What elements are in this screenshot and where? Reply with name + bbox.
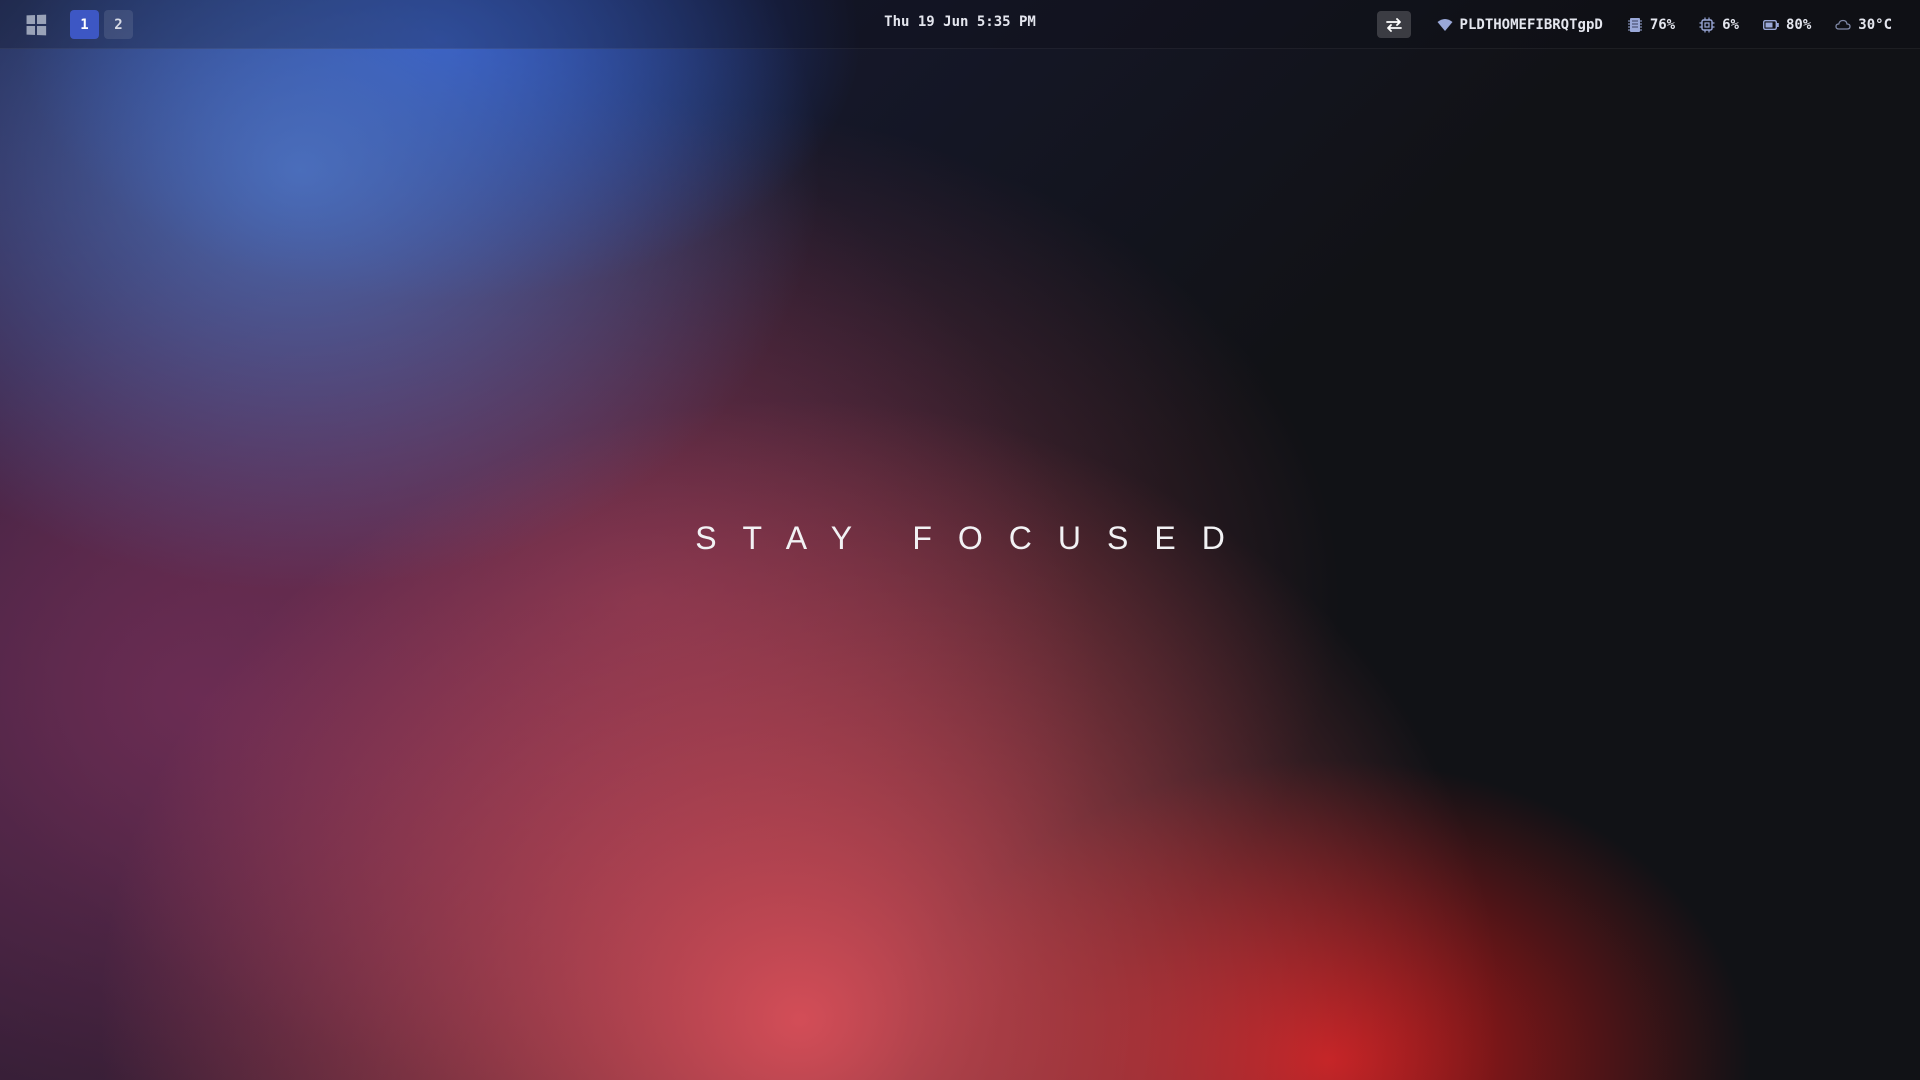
wifi-ssid: PLDTHOMEFIBRQTgpD bbox=[1459, 16, 1603, 33]
wifi-icon bbox=[1437, 17, 1453, 33]
weather-temperature: 30°C bbox=[1858, 16, 1892, 33]
cpu-value: 6% bbox=[1722, 16, 1739, 33]
swap-button[interactable] bbox=[1376, 11, 1411, 38]
desktop: 1 2 Thu 19 Jun 5:35 PM PLDTHOMEFIBRQTgpD bbox=[0, 0, 1920, 1080]
memory-status[interactable]: 76% bbox=[1627, 17, 1675, 33]
memory-icon bbox=[1627, 17, 1643, 33]
battery-value: 80% bbox=[1785, 16, 1812, 33]
cloud-icon bbox=[1835, 17, 1851, 33]
wallpaper-motto: STAY FOCUSED bbox=[695, 520, 1251, 556]
battery-icon bbox=[1762, 17, 1779, 33]
cpu-status[interactable]: 6% bbox=[1699, 17, 1739, 33]
status-group: PLDTHOMEFIBRQTgpD 76% 6% 80% 30°C bbox=[1376, 11, 1892, 38]
top-bar: 1 2 Thu 19 Jun 5:35 PM PLDTHOMEFIBRQTgpD bbox=[0, 0, 1920, 49]
weather-status[interactable]: 30°C bbox=[1835, 17, 1892, 33]
cpu-icon bbox=[1699, 17, 1715, 33]
battery-status[interactable]: 80% bbox=[1762, 16, 1812, 33]
wifi-status[interactable]: PLDTHOMEFIBRQTgpD bbox=[1437, 17, 1603, 33]
memory-value: 76% bbox=[1649, 16, 1676, 33]
swap-arrows-icon bbox=[1385, 17, 1402, 32]
